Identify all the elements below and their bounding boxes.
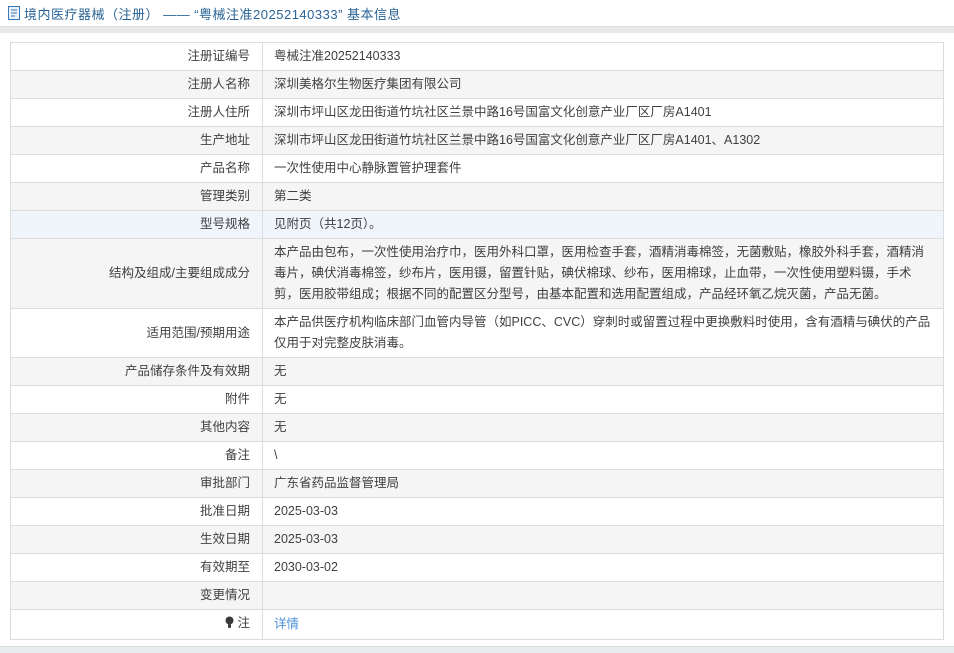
row-value: 一次性使用中心静脉置管护理套件 bbox=[262, 154, 944, 183]
row-label-text: 适用范围/预期用途 bbox=[146, 325, 250, 340]
row-value: 深圳美格尔生物医疗集团有限公司 bbox=[262, 70, 944, 99]
registration-info-table: 注册证编号 粤械注准20252140333 注册人名称 深圳美格尔生物医疗集团有… bbox=[10, 42, 944, 640]
row-label: 产品储存条件及有效期 bbox=[10, 357, 263, 386]
row-label: 适用范围/预期用途 bbox=[10, 308, 263, 358]
header-divider-strip bbox=[0, 26, 954, 33]
row-label-text: 审批部门 bbox=[199, 476, 250, 490]
table-row: 其他内容 无 bbox=[10, 413, 944, 442]
row-value bbox=[262, 581, 944, 610]
row-value: 深圳市坪山区龙田街道竹坑社区兰景中路16号国富文化创意产业厂区厂房A1401、A… bbox=[262, 126, 944, 155]
row-label-text: 批准日期 bbox=[199, 504, 250, 518]
row-label: 注册人名称 bbox=[10, 70, 263, 99]
row-value: 见附页（共12页）。 bbox=[262, 210, 944, 239]
row-label: 有效期至 bbox=[10, 553, 263, 582]
row-label: 变更情况 bbox=[10, 581, 263, 610]
page-title: 境内医疗器械（注册） —— “粤械注准20252140333” 基本信息 bbox=[24, 6, 402, 22]
table-row: 批准日期 2025-03-03 bbox=[10, 497, 944, 526]
row-label: 生产地址 bbox=[10, 126, 263, 155]
row-label-text: 变更情况 bbox=[199, 588, 250, 602]
row-value: 无 bbox=[262, 413, 944, 442]
document-icon bbox=[8, 6, 20, 20]
row-label: 批准日期 bbox=[10, 497, 263, 526]
row-label-text: 备注 bbox=[224, 448, 250, 462]
row-label-text: 型号规格 bbox=[199, 217, 250, 231]
row-label-text: 生效日期 bbox=[199, 532, 250, 546]
table-row: 产品储存条件及有效期 无 bbox=[10, 357, 944, 386]
page-header: 境内医疗器械（注册） —— “粤械注准20252140333” 基本信息 bbox=[0, 0, 954, 26]
row-label: 备注 bbox=[10, 441, 263, 470]
row-label-text: 管理类别 bbox=[199, 189, 250, 203]
row-label: 注册人住所 bbox=[10, 98, 263, 127]
row-label-text: 附件 bbox=[224, 392, 250, 406]
row-label: 生效日期 bbox=[10, 525, 263, 554]
row-label-text: 产品名称 bbox=[199, 161, 250, 175]
bulb-icon bbox=[225, 615, 234, 636]
table-row: 适用范围/预期用途 本产品供医疗机构临床部门血管内导管（如PICC、CVC）穿刺… bbox=[10, 308, 944, 358]
detail-link[interactable]: 详情 bbox=[274, 617, 299, 631]
row-label: 注册证编号 bbox=[10, 42, 263, 71]
table-row: 变更情况 bbox=[10, 581, 944, 610]
row-value: 第二类 bbox=[262, 182, 944, 211]
row-value: 无 bbox=[262, 385, 944, 414]
table-row: 注 详情 bbox=[10, 609, 944, 640]
table-row: 注册人名称 深圳美格尔生物医疗集团有限公司 bbox=[10, 70, 944, 99]
table-row: 型号规格 见附页（共12页）。 bbox=[10, 210, 944, 239]
table-row: 管理类别 第二类 bbox=[10, 182, 944, 211]
row-value: 2025-03-03 bbox=[262, 525, 944, 554]
table-row: 注册证编号 粤械注准20252140333 bbox=[10, 42, 944, 71]
row-label-text: 产品储存条件及有效期 bbox=[124, 364, 250, 378]
row-label-text: 结构及组成/主要组成成分 bbox=[109, 266, 250, 280]
row-label-text: 注册证编号 bbox=[187, 49, 250, 63]
table-row: 备注 \ bbox=[10, 441, 944, 470]
row-value: 本产品供医疗机构临床部门血管内导管（如PICC、CVC）穿刺时或留置过程中更换敷… bbox=[262, 308, 944, 358]
table-row: 注册人住所 深圳市坪山区龙田街道竹坑社区兰景中路16号国富文化创意产业厂区厂房A… bbox=[10, 98, 944, 127]
row-label: 结构及组成/主要组成成分 bbox=[10, 238, 263, 309]
row-label: 注 bbox=[10, 609, 263, 640]
row-label: 产品名称 bbox=[10, 154, 263, 183]
row-value: 粤械注准20252140333 bbox=[262, 42, 944, 71]
table-row: 审批部门 广东省药品监督管理局 bbox=[10, 469, 944, 498]
footer-panel-edge bbox=[0, 646, 954, 653]
row-value: 2030-03-02 bbox=[262, 553, 944, 582]
row-value: 广东省药品监督管理局 bbox=[262, 469, 944, 498]
row-value: 无 bbox=[262, 357, 944, 386]
row-value: 本产品由包布，一次性使用治疗巾，医用外科口罩，医用检查手套，酒精消毒棉签，无菌敷… bbox=[262, 238, 944, 309]
row-label-text: 有效期至 bbox=[199, 560, 250, 574]
table-row: 生产地址 深圳市坪山区龙田街道竹坑社区兰景中路16号国富文化创意产业厂区厂房A1… bbox=[10, 126, 944, 155]
info-table-container: 注册证编号 粤械注准20252140333 注册人名称 深圳美格尔生物医疗集团有… bbox=[0, 33, 954, 640]
table-row: 结构及组成/主要组成成分 本产品由包布，一次性使用治疗巾，医用外科口罩，医用检查… bbox=[10, 238, 944, 309]
table-row: 生效日期 2025-03-03 bbox=[10, 525, 944, 554]
row-label-text: 注册人住所 bbox=[187, 105, 250, 119]
row-label: 型号规格 bbox=[10, 210, 263, 239]
row-label-text: 注 bbox=[237, 616, 250, 630]
row-value: 2025-03-03 bbox=[262, 497, 944, 526]
row-label-text: 生产地址 bbox=[199, 133, 250, 147]
row-value: 深圳市坪山区龙田街道竹坑社区兰景中路16号国富文化创意产业厂区厂房A1401 bbox=[262, 98, 944, 127]
row-value: 详情 bbox=[262, 609, 944, 640]
row-label: 管理类别 bbox=[10, 182, 263, 211]
table-row: 附件 无 bbox=[10, 385, 944, 414]
row-label: 其他内容 bbox=[10, 413, 263, 442]
row-label-text: 其他内容 bbox=[199, 420, 250, 434]
row-label-text: 注册人名称 bbox=[187, 77, 250, 91]
table-row: 有效期至 2030-03-02 bbox=[10, 553, 944, 582]
row-label: 审批部门 bbox=[10, 469, 263, 498]
table-row: 产品名称 一次性使用中心静脉置管护理套件 bbox=[10, 154, 944, 183]
row-label: 附件 bbox=[10, 385, 263, 414]
row-value: \ bbox=[262, 441, 944, 470]
